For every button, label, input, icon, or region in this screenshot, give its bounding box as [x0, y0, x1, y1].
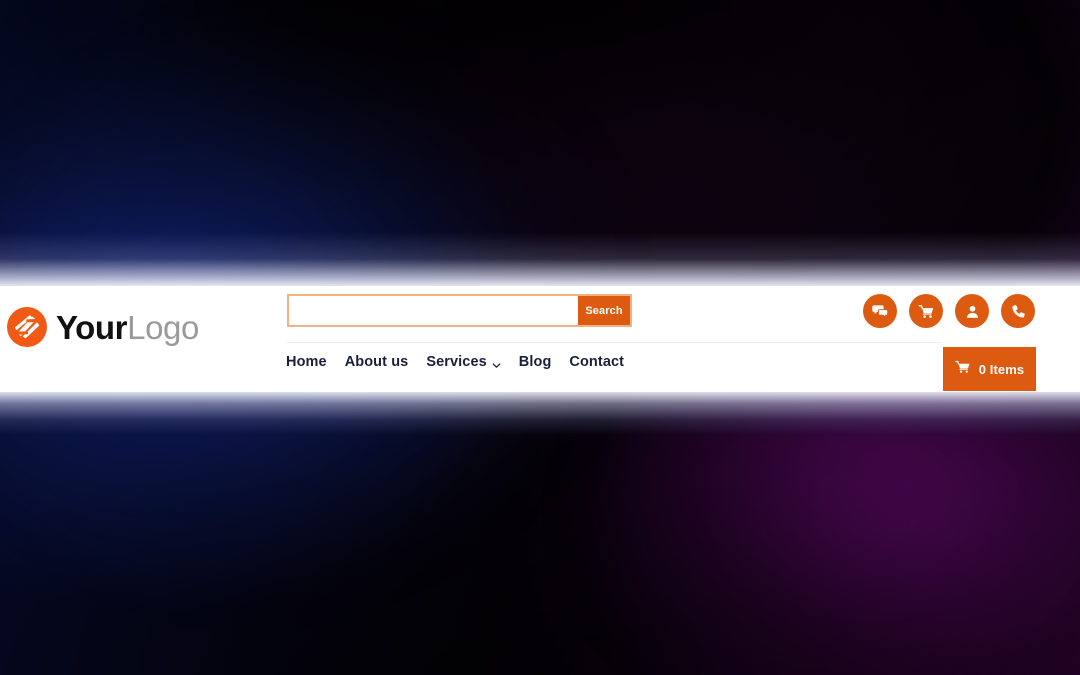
nav-label: Blog	[518, 354, 552, 370]
shopping-cart-icon	[954, 359, 971, 380]
phone-icon	[1010, 303, 1027, 320]
brand-text: YourLogo	[56, 311, 199, 344]
search-form: Search	[287, 294, 632, 327]
primary-navigation: Home About us Services Blog Contact	[286, 354, 624, 370]
brand-name-light: Logo	[127, 308, 199, 346]
brand-logo[interactable]: YourLogo	[6, 306, 199, 348]
nav-item-contact[interactable]: Contact	[569, 354, 624, 370]
chevron-down-icon	[492, 358, 501, 368]
chat-bubble-icon-button[interactable]	[863, 294, 897, 328]
nav-label: About us	[344, 354, 409, 370]
search-input[interactable]	[289, 296, 578, 325]
brand-name-bold: Your	[56, 308, 128, 346]
header-divider	[287, 342, 942, 343]
header-glow-bottom	[0, 391, 1080, 443]
user-account-icon	[964, 303, 981, 320]
chat-bubble-icon	[871, 302, 889, 320]
page-root: YourLogo Search Home About us Services B…	[0, 0, 1080, 675]
cart-summary-button[interactable]: 0 Items	[943, 347, 1036, 391]
phone-icon-button[interactable]	[1001, 294, 1035, 328]
header-action-icons	[863, 294, 1035, 328]
site-header: YourLogo Search Home About us Services B…	[0, 286, 1080, 392]
nav-item-home[interactable]: Home	[286, 354, 327, 370]
nav-item-blog[interactable]: Blog	[519, 354, 552, 370]
shopping-cart-icon-button[interactable]	[909, 294, 943, 328]
shopping-cart-icon	[918, 303, 935, 320]
nav-label: Services	[426, 354, 487, 370]
swoosh-circle-logo-icon	[6, 306, 48, 348]
header-glow-top	[0, 232, 1080, 288]
nav-item-about-us[interactable]: About us	[345, 354, 409, 370]
cart-count-label: 0 Items	[978, 361, 1025, 377]
user-account-icon-button[interactable]	[955, 294, 989, 328]
nav-label: Contact	[569, 354, 625, 370]
nav-item-services[interactable]: Services	[426, 354, 501, 370]
nav-label: Home	[286, 354, 327, 370]
search-button[interactable]: Search	[578, 296, 630, 325]
